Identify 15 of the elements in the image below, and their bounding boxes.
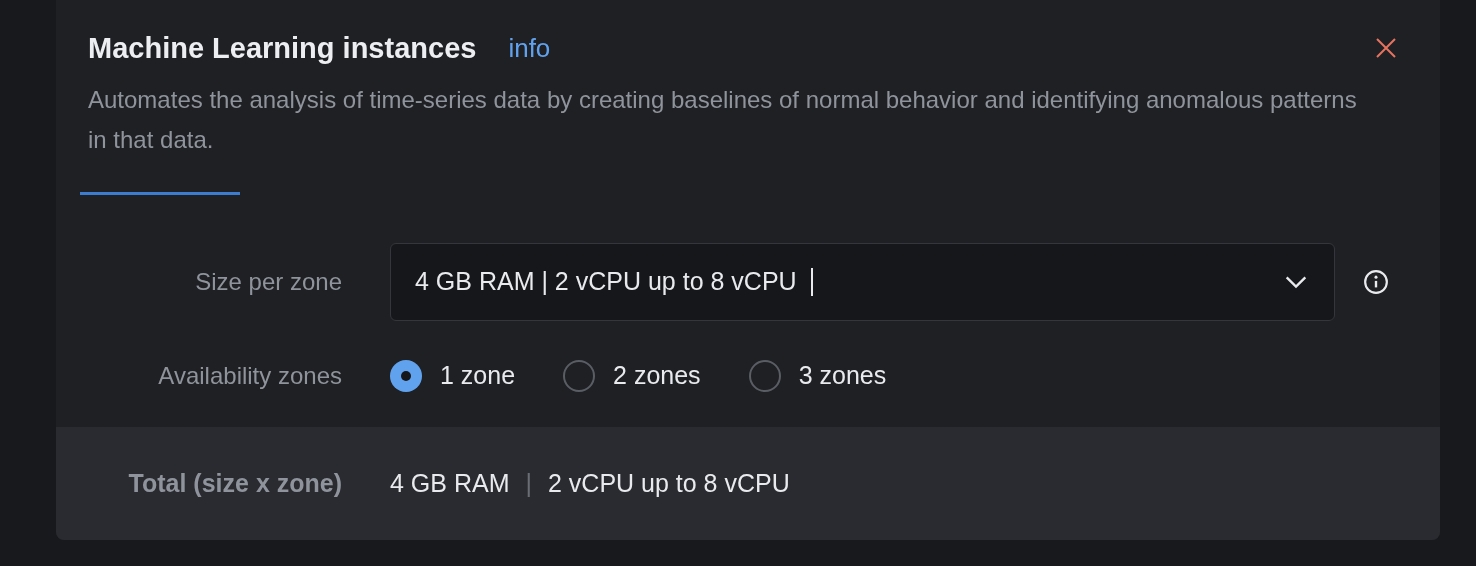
size-select[interactable]: 4 GB RAM | 2 vCPU up to 8 vCPU [390,243,1335,321]
panel-description: Automates the analysis of time-series data by creating baselines of normal behavior and identifying anomalous patterns in that data. [87,85,1358,155]
zone-radio[interactable]: 3 zones [748,357,887,395]
panel-title: Machine Learning instances [88,31,477,66]
close-icon[interactable] [1374,36,1398,60]
field-label: Size per zone [194,267,342,297]
separator-text: | [525,467,532,499]
total-label: Total (size x zone) [127,467,342,499]
total-ram: 4 GB RAM [390,467,510,499]
total-cpu: 2 vCPU up to 8 vCPU [548,467,790,499]
field-label: Availability zones [157,360,342,391]
zone-radio[interactable]: 2 zones [563,357,701,395]
info-link[interactable]: info [508,28,551,68]
zone-radio[interactable]: 1 zone [390,357,516,395]
info-icon[interactable] [1363,269,1389,295]
